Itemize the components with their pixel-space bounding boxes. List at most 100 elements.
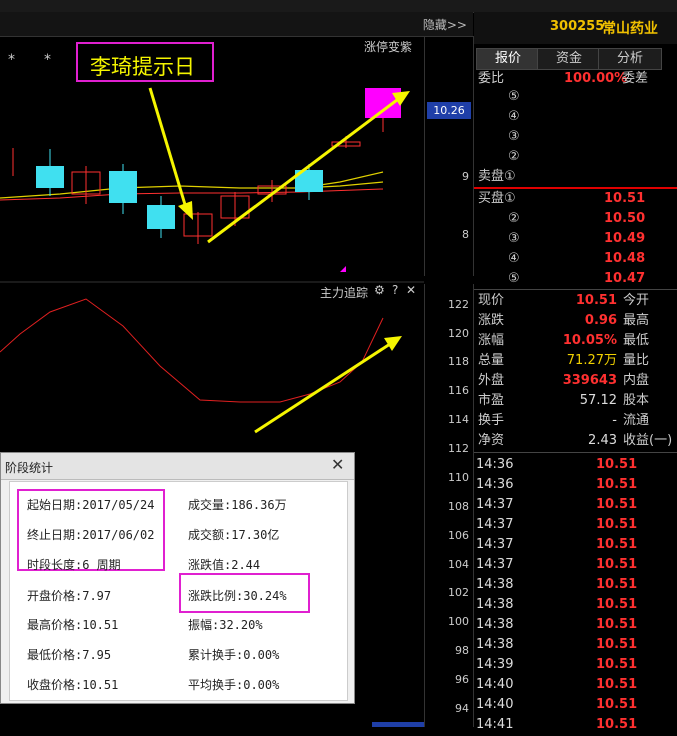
quote-row: 换手 - 流通 — [478, 412, 677, 432]
indicator-tick: 114 — [448, 413, 469, 426]
quote-label: 最高 — [623, 313, 650, 328]
tick-price: 10.51 — [596, 657, 638, 672]
quote-value: 10.05% — [562, 333, 617, 348]
dialog-title: 阶段统计 — [5, 461, 54, 475]
open-price: 开盘价格:7.97 — [27, 589, 112, 603]
tick-time: 14:37 — [476, 517, 514, 532]
dialog-close-icon[interactable]: ✕ — [331, 455, 344, 474]
indicator-tick: 110 — [448, 471, 469, 484]
tick-row: 14:36 10.51 — [476, 476, 677, 496]
quote-row: 外盘 339643 内盘 — [478, 372, 677, 392]
stock-header: 300255 常山药业 — [474, 12, 677, 44]
dialog-titlebar: 阶段统计 ✕ — [1, 453, 354, 480]
dialog-body: 起始日期:2017/05/24 终止日期:2017/06/02 时段长度:6 周… — [9, 481, 348, 701]
buy-1-label: 买盘① — [478, 191, 516, 206]
tick-price: 10.51 — [596, 697, 638, 712]
settings-icon[interactable]: ⚙ — [374, 283, 385, 297]
price-tick: 9 — [462, 170, 469, 183]
indicator-tick: 98 — [455, 644, 469, 657]
tick-price: 10.51 — [596, 677, 638, 692]
indicator-tick: 116 — [448, 384, 469, 397]
tick-row: 14:38 10.51 — [476, 616, 677, 636]
tick-row: 14:41 10.51 — [476, 716, 677, 736]
quote-panel: 现价 10.51 今开 涨跌 0.96 最高 涨幅 10.05% 最低 总量 71.27万 量比 外盘 3… — [478, 292, 677, 452]
date-badge — [372, 722, 424, 727]
weibi-value: 100.00% — [564, 71, 628, 86]
tick-row: 14:37 10.51 — [476, 496, 677, 516]
buy-level-label: ⑤ — [508, 271, 520, 286]
volume: 成交量:186.36万 — [188, 498, 287, 512]
indicator-tick: 118 — [448, 355, 469, 368]
sell-level-label: ④ — [508, 109, 520, 124]
tick-price: 10.51 — [596, 497, 638, 512]
tick-row: 14:39 10.51 — [476, 656, 677, 676]
divider — [474, 452, 677, 453]
hide-panel-button[interactable]: 隐藏>> — [423, 16, 467, 33]
quote-value: 0.96 — [584, 313, 617, 328]
chart-header-bar: 隐藏>> — [0, 12, 473, 37]
tick-time: 14:38 — [476, 577, 514, 592]
tick-row: 14:36 10.51 — [476, 456, 677, 476]
annotation-text: 李琦提示日 — [90, 55, 195, 79]
indicator-tick: 94 — [455, 702, 469, 715]
quote-value: 2.43 — [588, 433, 617, 448]
tick-row: 14:38 10.51 — [476, 596, 677, 616]
buy-price: 10.50 — [604, 211, 646, 226]
quote-value: 339643 — [562, 373, 617, 388]
sell-1-label: 卖盘① — [478, 169, 516, 184]
price-tick: 8 — [462, 228, 469, 241]
period-length: 时段长度:6 周期 — [27, 558, 121, 572]
buy-level-label: ② — [508, 211, 520, 226]
sell-level-label: ⑤ — [508, 89, 520, 104]
quote-label: 流通 — [623, 413, 650, 428]
tab-quote[interactable]: 报价 — [476, 48, 540, 70]
sell-level-label: ③ — [508, 129, 520, 144]
tick-time: 14:37 — [476, 537, 514, 552]
amplitude: 振幅:32.20% — [188, 618, 263, 632]
tick-row: 14:37 10.51 — [476, 556, 677, 576]
quote-label: 现价 — [478, 293, 505, 308]
tick-time: 14:40 — [476, 677, 514, 692]
help-icon[interactable]: ? — [392, 283, 398, 297]
start-date: 起始日期:2017/05/24 — [27, 498, 155, 512]
weibi-label: 委比 — [478, 71, 505, 86]
quote-label: 最低 — [623, 333, 650, 348]
sell-level-label: ② — [508, 149, 520, 164]
tick-time: 14:37 — [476, 497, 514, 512]
quote-label: 市盈 — [478, 393, 505, 408]
tick-time: 14:38 — [476, 637, 514, 652]
indicator-label[interactable]: 主力追踪 — [320, 284, 368, 301]
turnover-total: 累计换手:0.00% — [188, 648, 280, 662]
tick-price: 10.51 — [596, 637, 638, 652]
tick-time: 14:41 — [476, 717, 514, 732]
quote-label: 今开 — [623, 293, 650, 308]
price-badge: 10.26 — [427, 102, 471, 119]
quote-label: 股本 — [623, 393, 650, 408]
tick-price: 10.51 — [596, 577, 638, 592]
tick-price: 10.51 — [596, 537, 638, 552]
quote-row: 现价 10.51 今开 — [478, 292, 677, 312]
tick-time: 14:38 — [476, 617, 514, 632]
indicator-tick: 106 — [448, 529, 469, 542]
tick-time: 14:40 — [476, 697, 514, 712]
tick-price: 10.51 — [596, 597, 638, 612]
high-price: 最高价格:10.51 — [27, 618, 119, 632]
close-icon[interactable]: ✕ — [406, 283, 416, 297]
quote-label: 净资 — [478, 433, 505, 448]
tab-funds[interactable]: 资金 — [537, 48, 601, 70]
indicator-tick: 122 — [448, 298, 469, 311]
quote-row: 涨幅 10.05% 最低 — [478, 332, 677, 352]
quote-value: 57.12 — [579, 393, 617, 408]
quote-row: 涨跌 0.96 最高 — [478, 312, 677, 332]
change-value: 涨跌值:2.44 — [188, 558, 261, 572]
indicator-tick: 108 — [448, 500, 469, 513]
quote-label: 总量 — [478, 353, 505, 368]
buy-level-label: ③ — [508, 231, 520, 246]
tab-analysis[interactable]: 分析 — [598, 48, 662, 70]
buy-book: 买盘① 10.51 ② 10.50 ③ 10.49 ④ 10.48 ⑤ 10.4… — [478, 190, 677, 290]
tick-row: 14:40 10.51 — [476, 676, 677, 696]
buy-price: 10.49 — [604, 231, 646, 246]
tick-row: 14:40 10.51 — [476, 696, 677, 716]
tick-time: 14:36 — [476, 477, 514, 492]
bid-ask-divider — [474, 187, 677, 189]
